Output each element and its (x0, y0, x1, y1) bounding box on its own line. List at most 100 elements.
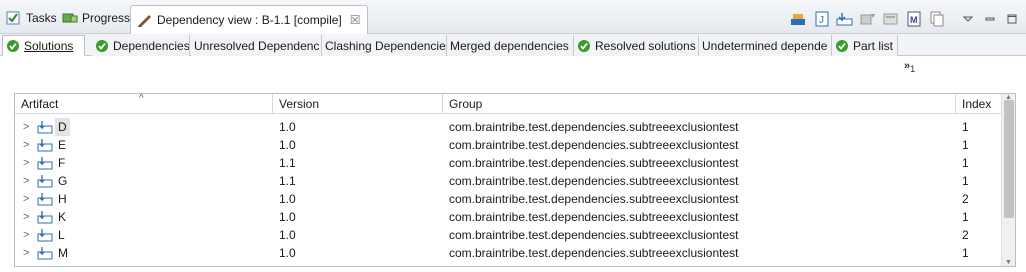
minimize-icon[interactable] (982, 11, 998, 27)
column-header-artifact[interactable]: Artifact ^ (15, 94, 273, 114)
tab-overflow-button[interactable]: »1 (904, 60, 915, 74)
artifact-icon (37, 229, 53, 242)
version-cell: 1.0 (279, 246, 296, 260)
tab-label: Dependencies (113, 38, 190, 53)
artifact-icon (37, 193, 53, 206)
maven-icon[interactable]: M (905, 10, 923, 28)
group-cell: com.braintribe.test.dependencies.subtree… (449, 246, 739, 260)
tab-label: Clashing Dependencie (325, 38, 446, 53)
table-row[interactable]: > D 1.0 com.braintribe.test.dependencies… (15, 118, 1001, 136)
column-header-index[interactable]: Index (956, 94, 1001, 114)
table-row[interactable]: > F 1.1 com.braintribe.test.dependencies… (15, 154, 1001, 172)
tab-dependencies[interactable]: Dependencies (92, 35, 190, 56)
tasks-icon (6, 11, 22, 25)
column-header-version[interactable]: Version (273, 94, 443, 114)
vertical-scrollbar[interactable]: ▲ ▼ (1001, 94, 1015, 266)
index-cell: 1 (962, 246, 969, 260)
expand-arrow-icon[interactable]: > (23, 136, 29, 154)
group-cell: com.braintribe.test.dependencies.subtree… (449, 228, 739, 242)
progress-icon (62, 11, 78, 25)
filter-icon[interactable] (859, 10, 877, 28)
scroll-down-icon[interactable]: ▼ (1005, 259, 1012, 266)
table-row[interactable]: > G 1.1 com.braintribe.test.dependencies… (15, 172, 1001, 190)
tab-dependency-view[interactable]: Dependency view : B-1.1 [compile] ☒ (130, 5, 368, 34)
expand-arrow-icon[interactable]: > (23, 226, 29, 244)
solutions-table: Artifact ^ Version Group Index > D 1.0 c… (14, 93, 1016, 267)
view-tab-bar: Tasks Progress Dependency view : B-1.1 [… (0, 0, 1026, 34)
version-cell: 1.1 (279, 174, 296, 188)
dependency-view-icon (137, 13, 153, 27)
view-toolbar: J M (785, 10, 1020, 28)
tab-unresolved-dependencies[interactable]: Unresolved Dependenc (191, 35, 322, 56)
tab-label: Part list (853, 38, 894, 53)
tab-label: Progress (82, 11, 131, 25)
expand-arrow-icon[interactable]: > (23, 190, 29, 208)
tab-label: Tasks (26, 11, 57, 25)
svg-text:J: J (819, 15, 824, 26)
ok-icon (96, 39, 108, 52)
tab-merged-dependencies[interactable]: Merged dependencies (447, 35, 574, 56)
tab-clashing-dependencies[interactable]: Clashing Dependencie (322, 35, 447, 56)
index-cell: 2 (962, 192, 969, 206)
tab-label: Resolved solutions (595, 38, 696, 53)
group-cell: com.braintribe.test.dependencies.subtree… (449, 120, 739, 134)
tab-label: Unresolved Dependenc (194, 38, 320, 53)
sub-tab-bar: Solutions Dependencies Unresolved Depend… (0, 34, 1026, 56)
table-row[interactable]: > M 1.0 com.braintribe.test.dependencies… (15, 244, 1001, 262)
artifact-cell: F (58, 156, 66, 170)
artifact-cell: G (58, 174, 68, 188)
index-cell: 1 (962, 210, 969, 224)
tab-resolved-solutions[interactable]: Resolved solutions (574, 35, 699, 56)
version-cell: 1.0 (279, 192, 296, 206)
ok-icon (578, 39, 590, 52)
group-cell: com.braintribe.test.dependencies.subtree… (449, 156, 739, 170)
version-cell: 1.1 (279, 156, 296, 170)
index-cell: 1 (962, 138, 969, 152)
tab-label: Merged dependencies (450, 38, 569, 53)
ok-icon (7, 39, 19, 52)
artifact-cell: E (58, 138, 67, 152)
table-header: Artifact ^ Version Group Index (15, 94, 1015, 114)
download-icon[interactable] (836, 10, 854, 28)
expand-arrow-icon[interactable]: > (23, 154, 29, 172)
tab-part-list[interactable]: Part list (832, 35, 898, 56)
artifact-icon (37, 139, 53, 152)
scrollbar-thumb[interactable] (1004, 100, 1014, 218)
table-row[interactable]: > H 1.0 com.braintribe.test.dependencies… (15, 190, 1001, 208)
version-cell: 1.0 (279, 210, 296, 224)
index-cell: 2 (962, 228, 969, 242)
tab-tasks[interactable]: Tasks (2, 7, 61, 29)
copy-icon[interactable] (928, 10, 946, 28)
table-row[interactable]: > E 1.0 com.braintribe.test.dependencies… (15, 136, 1001, 154)
view-menu-icon[interactable] (960, 11, 976, 27)
tab-progress[interactable]: Progress (58, 7, 134, 29)
artifact-cell: K (58, 210, 67, 224)
version-cell: 1.0 (279, 120, 296, 134)
version-cell: 1.0 (279, 138, 296, 152)
close-icon[interactable]: ☒ (350, 13, 361, 27)
group-cell: com.braintribe.test.dependencies.subtree… (449, 210, 739, 224)
index-cell: 1 (962, 156, 969, 170)
tab-undetermined-dependencies[interactable]: Undetermined depende (699, 35, 832, 56)
artifact-icon (37, 247, 53, 260)
table-row[interactable]: > K 1.0 com.braintribe.test.dependencies… (15, 208, 1001, 226)
maximize-icon[interactable] (1004, 11, 1020, 27)
group-cell: com.braintribe.test.dependencies.subtree… (449, 138, 739, 152)
column-header-group[interactable]: Group (443, 94, 956, 114)
table-row[interactable]: > L 1.0 com.braintribe.test.dependencies… (15, 226, 1001, 244)
artifact-icon (37, 121, 53, 134)
repository-icon[interactable] (882, 10, 900, 28)
expand-arrow-icon[interactable]: > (23, 118, 29, 136)
javadoc-icon[interactable]: J (813, 10, 831, 28)
tab-solutions[interactable]: Solutions (2, 35, 85, 56)
import-icon[interactable] (790, 10, 808, 28)
index-cell: 1 (962, 174, 969, 188)
ok-icon (836, 39, 848, 52)
expand-arrow-icon[interactable]: > (23, 244, 29, 262)
expand-arrow-icon[interactable]: > (23, 172, 29, 190)
tab-label: Undetermined depende (702, 38, 828, 53)
tab-label: Solutions (24, 38, 74, 53)
artifact-icon (37, 211, 53, 224)
expand-arrow-icon[interactable]: > (23, 208, 29, 226)
artifact-cell: L (58, 228, 65, 242)
